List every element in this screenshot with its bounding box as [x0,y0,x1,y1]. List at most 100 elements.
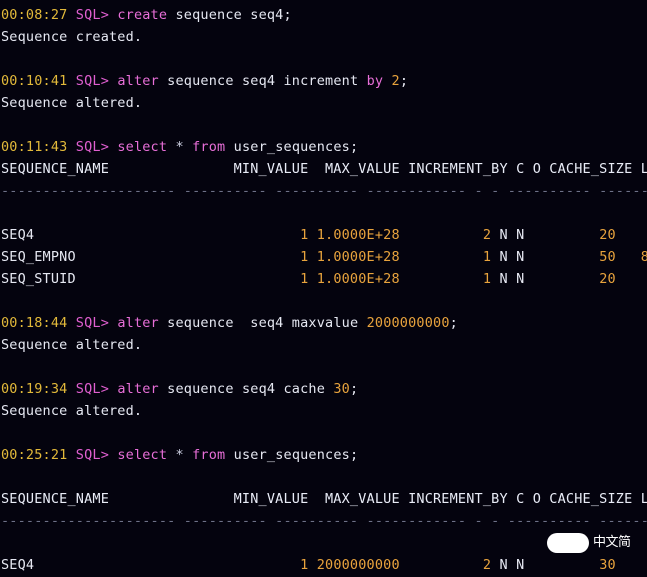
table-separator-row: --------------------- ---------- -------… [1,510,647,532]
terminal-output-line: Sequence altered. [1,92,647,114]
command-timestamp: 00:19:34 [1,381,76,397]
ime-pill-icon [547,533,589,553]
command-timestamp: 00:11:43 [1,139,76,155]
cell-c-flag: N [491,227,508,243]
output-text: Sequence altered. [1,403,143,419]
sql-token: create [117,7,168,23]
terminal-blank-line [1,466,647,488]
cell-min-value: 1 [217,249,309,265]
sql-token: select [117,139,168,155]
cell-o-flag: N [507,557,525,573]
sql-token: sequence seq4; [167,7,292,23]
ime-language-label: 中文简 [593,535,631,550]
sql-token: 2 [391,73,400,89]
cell-last-number: 8051 [640,249,647,265]
cell-increment-by: 2 [399,557,492,573]
cell-cache-size: 50 [524,249,616,265]
terminal-command-line: 00:18:44 SQL> alter sequence seq4 maxval… [1,312,647,334]
terminal-blank-line [1,422,647,444]
cell-o-flag: N [507,249,525,265]
sql-prompt: SQL> [75,73,118,89]
blank [1,51,9,67]
cell-last-number: 1 [616,271,647,287]
cell-c-flag: N [491,271,508,287]
sql-prompt: SQL> [75,447,118,463]
blank [1,469,9,485]
cell-increment-by: 1 [399,271,492,287]
blank [1,535,9,551]
sql-token: from [192,139,226,155]
terminal-command-line: 00:19:34 SQL> alter sequence seq4 cache … [1,378,647,400]
cell-min-value: 1 [217,227,309,243]
sql-token: select [117,447,168,463]
sql-token: sequence seq4 maxvalue [158,315,367,331]
sql-prompt: SQL> [75,315,118,331]
table-header-row: SEQUENCE_NAME MIN_VALUE MAX_VALUE INCREM… [1,488,647,510]
terminal-blank-line [1,356,647,378]
terminal-output-line: Sequence altered. [1,334,647,356]
cell-c-flag: N [491,557,508,573]
terminal-blank-line [1,290,647,312]
cell-cache-size: 30 [524,557,616,573]
table-header-row: SEQUENCE_NAME MIN_VALUE MAX_VALUE INCREM… [1,158,647,180]
terminal-blank-line [1,202,647,224]
terminal-command-line: 00:25:21 SQL> select * from user_sequenc… [1,444,647,466]
table-separator-row: --------------------- ---------- -------… [1,180,647,202]
terminal-screen[interactable]: 00:08:27 SQL> create sequence seq4; Seque… [0,0,647,577]
table-separator-text: --------------------- ---------- -------… [1,183,647,199]
terminal-window[interactable]: 00:08:27 SQL> create sequence seq4; Seque… [0,0,647,577]
ime-indicator[interactable]: 中文简 [547,530,643,556]
sql-token: * [175,139,184,155]
blank [1,293,9,309]
sql-token: user_sequences; [225,447,359,463]
cell-max-value: 2000000000 [308,557,400,573]
terminal-output-line: Sequence created. [1,26,647,48]
cell-o-flag: N [507,227,525,243]
cell-increment-by: 2 [399,227,492,243]
cell-o-flag: N [507,271,525,287]
blank [1,117,9,133]
cell-max-value: 1.0000E+28 [308,227,400,243]
sql-prompt: SQL> [75,381,118,397]
cell-sequence-name: SEQ_EMPNO [1,249,217,265]
cell-cache-size: 20 [524,271,616,287]
terminal-command-line: 00:08:27 SQL> create sequence seq4; [1,4,647,26]
table-header-text: SEQUENCE_NAME MIN_VALUE MAX_VALUE INCREM… [1,161,647,177]
table-row: SEQ_EMPNO 1 1.0000E+28 1 N N 50 8051 [1,246,647,268]
sql-token: user_sequences; [225,139,359,155]
cell-increment-by: 1 [399,249,492,265]
command-timestamp: 00:10:41 [1,73,76,89]
sql-token: sequence seq4 cache [158,381,334,397]
sql-prompt: SQL> [75,139,118,155]
cell-min-value: 1 [217,271,309,287]
sql-token: alter [117,73,159,89]
sql-token: ; [399,73,409,89]
table-row: SEQ4 1 1.0000E+28 2 N N 20 101 [1,224,647,246]
sql-token: from [192,447,226,463]
blank [1,425,9,441]
sql-token: by [366,73,384,89]
output-text: Sequence created. [1,29,143,45]
sql-token: sequence seq4 increment [158,73,367,89]
cell-last-number: 2 [616,557,647,573]
terminal-command-line: 00:11:43 SQL> select * from user_sequenc… [1,136,647,158]
cell-max-value: 1.0000E+28 [308,249,400,265]
cell-sequence-name: SEQ_STUID [1,271,217,287]
sql-token: * [175,447,184,463]
terminal-blank-line [1,114,647,136]
sql-token: alter [117,315,159,331]
cell-sequence-name: SEQ4 [1,557,217,573]
cell-cache-size: 20 [524,227,616,243]
table-row: SEQ_STUID 1 1.0000E+28 1 N N 20 1 [1,268,647,290]
cell-c-flag: N [491,249,508,265]
table-row: SEQ4 1 2000000000 2 N N 30 2 [1,554,647,576]
cell-max-value: 1.0000E+28 [308,271,400,287]
terminal-blank-line [1,48,647,70]
output-text: Sequence altered. [1,95,143,111]
command-timestamp: 00:08:27 [1,7,76,23]
